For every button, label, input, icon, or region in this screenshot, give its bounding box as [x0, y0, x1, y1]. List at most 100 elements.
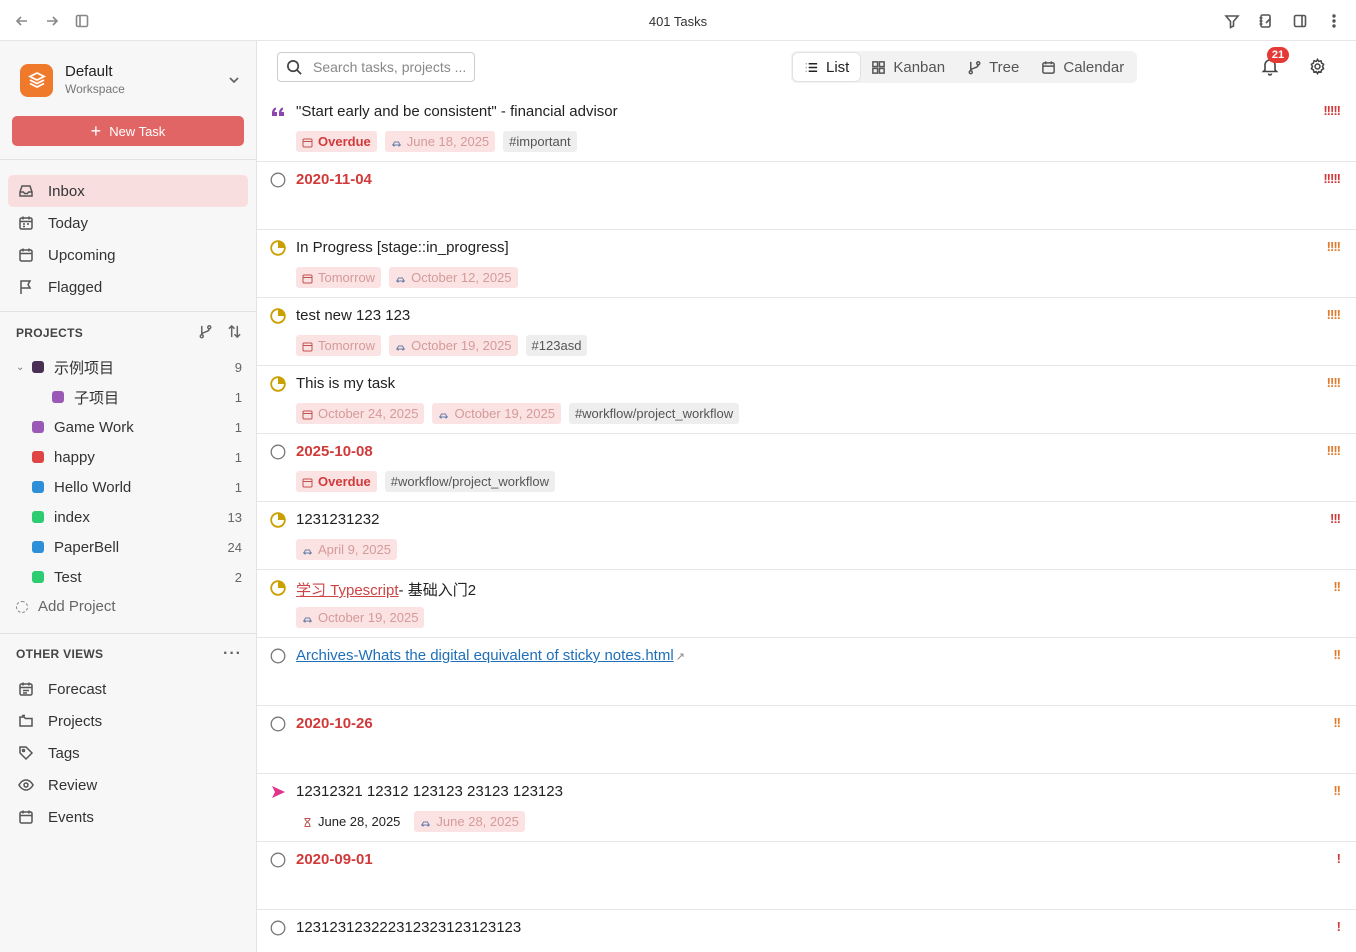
scheduled-date-chip[interactable]: June 18, 2025	[384, 131, 496, 152]
tab-list[interactable]: List	[793, 53, 861, 81]
task-row[interactable]: 12312312322231232312312312​3!	[257, 910, 1356, 952]
calendar-icon	[18, 247, 34, 263]
sidebar-item-inbox[interactable]: Inbox	[8, 175, 248, 207]
project-color-dot	[32, 511, 44, 523]
scheduled-icon	[420, 816, 431, 827]
calendar-icon	[302, 272, 313, 284]
task-row[interactable]: "Start early and be consistent" - financ…	[257, 94, 1356, 162]
task-title: Archives-Whats the digital equivalent of…	[296, 647, 685, 664]
overdue-chip[interactable]: Overdue	[296, 471, 377, 492]
sidebar-item-today[interactable]: Today	[8, 207, 248, 239]
sidebar-item-events[interactable]: Events	[8, 801, 248, 833]
due-date-chip[interactable]: Tomorrow	[296, 267, 382, 288]
sidebar-item-forecast[interactable]: Forecast	[8, 673, 248, 705]
layers-icon	[20, 63, 53, 97]
settings-button[interactable]	[1308, 57, 1328, 77]
task-row[interactable]: 12312321 12312 123123 23123 123123!! June…	[257, 774, 1356, 842]
task-row[interactable]: 2020-11-04!!!!!	[257, 162, 1356, 230]
in-progress-icon[interactable]	[270, 240, 286, 256]
in-progress-icon[interactable]	[270, 512, 286, 528]
details-panel-icon[interactable]	[1290, 11, 1310, 31]
task-checkbox[interactable]	[270, 444, 286, 460]
task-row[interactable]: Archives-Whats the digital equivalent of…	[257, 638, 1356, 706]
task-meta: June 28, 2025 June 28, 2025	[296, 811, 525, 832]
start-date-chip[interactable]: June 28, 2025	[296, 811, 406, 832]
task-checkbox[interactable]	[270, 648, 286, 664]
chevron-down-icon[interactable]: ⌄	[16, 362, 32, 373]
sidebar-item-upcoming[interactable]: Upcoming	[8, 239, 248, 271]
task-row[interactable]: 学习 Typescript- 基础入门2!! October 19, 2025	[257, 570, 1356, 638]
send-forward-icon[interactable]	[270, 784, 286, 800]
quote-icon[interactable]	[270, 104, 286, 120]
overdue-chip[interactable]: Overdue	[296, 131, 377, 152]
calendar-today-icon	[18, 215, 34, 231]
due-date-chip[interactable]: October 24, 2025	[296, 403, 425, 424]
more-vertical-icon[interactable]	[1324, 11, 1344, 31]
new-task-button[interactable]: + New Task	[12, 116, 244, 146]
task-title: 12312321 12312 123123 23123 123123	[296, 783, 563, 800]
window-title: 401 Tasks	[648, 14, 708, 29]
task-row[interactable]: 2020-10-26!!	[257, 706, 1356, 774]
task-title-link[interactable]: 学习 Typescript	[296, 582, 399, 599]
tag-chip[interactable]: #important	[503, 131, 577, 152]
eye-icon	[18, 777, 34, 793]
task-checkbox[interactable]	[270, 852, 286, 868]
git-branch-icon[interactable]	[198, 324, 213, 342]
due-date-chip[interactable]: Tomorrow	[296, 335, 382, 356]
project-item[interactable]: 子项目 1	[16, 385, 242, 409]
tag-chip[interactable]: #workflow/project_workflow	[384, 471, 555, 492]
chevron-down-icon[interactable]	[226, 72, 242, 88]
tag-chip[interactable]: #workflow/project_workflow	[568, 403, 740, 424]
task-row[interactable]: This is my task!!!! October 24, 2025 Octob…	[257, 366, 1356, 434]
tag-chip[interactable]: #123asd	[525, 335, 588, 356]
task-title-link[interactable]: Archives-Whats the digital equivalent of…	[296, 647, 674, 664]
scheduled-date-chip[interactable]: October 19, 2025	[432, 403, 561, 424]
scheduled-date-chip[interactable]: October 19, 2025	[296, 607, 425, 628]
notebook-pen-icon[interactable]	[1256, 11, 1276, 31]
calendar-icon	[302, 136, 313, 148]
priority-indicator: !!!!	[1326, 375, 1341, 390]
calendar-icon	[1042, 60, 1056, 74]
workspace-switcher[interactable]: Default Workspace	[20, 60, 242, 100]
sidebar-item-tags[interactable]: Tags	[8, 737, 248, 769]
task-checkbox[interactable]	[270, 716, 286, 732]
task-checkbox[interactable]	[270, 172, 286, 188]
sidebar-item-projects[interactable]: Projects	[8, 705, 248, 737]
in-progress-icon[interactable]	[270, 308, 286, 324]
task-row[interactable]: 1231231232!!! April 9, 2025	[257, 502, 1356, 570]
task-row[interactable]: In Progress [stage::in_progress]!!!! Tomo…	[257, 230, 1356, 298]
projects-header: PROJECTS	[16, 323, 242, 343]
sidebar-item-review[interactable]: Review	[8, 769, 248, 801]
in-progress-icon[interactable]	[270, 580, 286, 596]
project-item[interactable]: index 13	[16, 505, 242, 529]
search-input[interactable]	[313, 59, 473, 75]
project-color-dot	[52, 391, 64, 403]
task-checkbox[interactable]	[270, 920, 286, 936]
calendar-icon	[302, 340, 313, 352]
add-project-button[interactable]: Add Project	[16, 598, 116, 615]
sidebar-item-flagged[interactable]: Flagged	[8, 271, 248, 303]
task-row[interactable]: 2025-10-08!!!! Overdue #workflow/project_w…	[257, 434, 1356, 502]
project-item[interactable]: Test 2	[16, 565, 242, 589]
scheduled-date-chip[interactable]: June 28, 2025	[414, 811, 525, 832]
filter-icon[interactable]	[1222, 11, 1242, 31]
more-horizontal-icon[interactable]: ···	[223, 646, 242, 662]
in-progress-icon[interactable]	[270, 376, 286, 392]
project-item[interactable]: PaperBell 24	[16, 535, 242, 559]
scheduled-date-chip[interactable]: April 9, 2025	[296, 539, 397, 560]
task-row[interactable]: 2020-09-01!	[257, 842, 1356, 910]
scheduled-date-chip[interactable]: October 19, 2025	[389, 335, 518, 356]
sort-icon[interactable]	[227, 324, 242, 342]
project-item[interactable]: Game Work 1	[16, 415, 242, 439]
tab-calendar[interactable]: Calendar	[1030, 53, 1135, 81]
git-branch-icon	[968, 60, 981, 74]
task-row[interactable]: test new 123 123!!!! Tomorrow October 19, …	[257, 298, 1356, 366]
scheduled-date-chip[interactable]: October 12, 2025	[389, 267, 518, 288]
project-item[interactable]: ⌄ 示例项目 9	[16, 355, 242, 379]
tag-icon	[18, 745, 34, 761]
tab-kanban[interactable]: Kanban	[860, 53, 956, 81]
project-item[interactable]: Hello World 1	[16, 475, 242, 499]
search-box[interactable]	[277, 52, 475, 82]
tab-tree[interactable]: Tree	[956, 53, 1030, 81]
project-item[interactable]: happy 1	[16, 445, 242, 469]
